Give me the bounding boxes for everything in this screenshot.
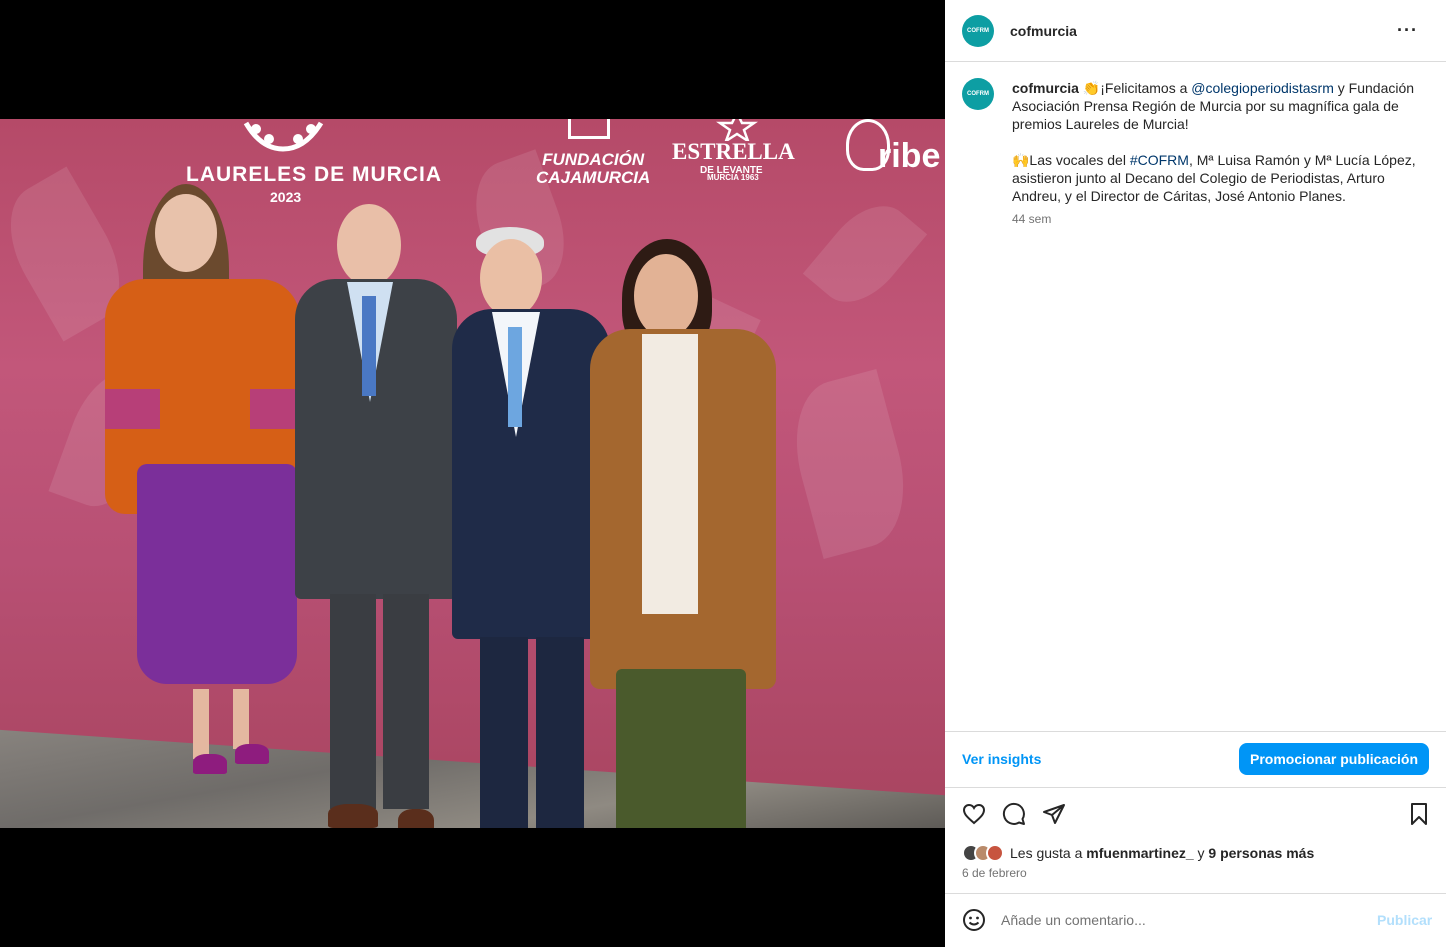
liker-avatar <box>986 844 1004 862</box>
mention-link[interactable]: @colegioperiodistasrm <box>1191 80 1334 96</box>
person-woman-orange-blouse <box>105 184 305 828</box>
caption-avatar[interactable]: COFRM <box>962 78 994 110</box>
caption-text-2a: 🙌Las vocales del <box>1012 152 1130 168</box>
post-photo[interactable]: LAURELES DE MURCIA 2023 FUNDACIÓN CAJAMU… <box>0 119 945 828</box>
likes-prefix: Les gusta a <box>1010 845 1087 861</box>
comment-icon[interactable] <box>1002 802 1026 826</box>
avatar-text: COFRM <box>967 91 989 97</box>
ribe-logo: ribe <box>878 137 941 175</box>
actions-top-divider <box>945 731 1446 732</box>
person-woman-velvet-jacket <box>590 239 780 828</box>
share-icon[interactable] <box>1042 802 1066 826</box>
fundacion-line1: FUNDACIÓN <box>542 150 645 169</box>
emoji-icon[interactable] <box>962 908 986 932</box>
post-media: LAURELES DE MURCIA 2023 FUNDACIÓN CAJAMU… <box>0 0 945 947</box>
comment-divider <box>945 893 1446 894</box>
comment-input[interactable] <box>1001 908 1361 932</box>
avatar-text: COFRM <box>967 28 989 34</box>
header-divider <box>945 61 1446 62</box>
caption-time-ago[interactable]: 44 sem <box>1012 212 1051 226</box>
post-details-panel: COFRM cofmurcia ··· COFRM cofmurcia 👏¡Fe… <box>945 0 1446 947</box>
view-insights-link[interactable]: Ver insights <box>962 751 1041 767</box>
person-man-navy-suit <box>452 227 612 828</box>
actions-divider <box>945 787 1446 788</box>
bookmark-icon[interactable] <box>1407 802 1431 826</box>
backdrop-leaf <box>779 368 921 560</box>
fundacion-line2: CAJAMURCIA <box>536 168 651 187</box>
post-caption: cofmurcia 👏¡Felicitamos a @colegioperiod… <box>1012 79 1427 205</box>
promote-post-button[interactable]: Promocionar publicación <box>1239 743 1429 775</box>
cm-logo <box>568 119 610 139</box>
laurel-wreath-logo <box>243 121 324 152</box>
star-logo <box>716 119 758 141</box>
liker-username[interactable]: mfuenmartinez_ <box>1086 845 1193 861</box>
caption-username[interactable]: cofmurcia <box>1012 80 1079 96</box>
estrella-logo: ESTRELLA <box>672 139 795 164</box>
person-man-grey-suit <box>295 204 460 828</box>
caption-text-1a: 👏¡Felicitamos a <box>1078 80 1192 96</box>
header-username[interactable]: cofmurcia <box>1010 23 1077 39</box>
backdrop-leaf <box>802 189 928 319</box>
profile-avatar[interactable]: COFRM <box>962 15 994 47</box>
estrella-city: MURCIA 1963 <box>707 173 759 182</box>
more-options-icon[interactable]: ··· <box>1397 20 1418 41</box>
likes-others[interactable]: 9 personas más <box>1208 845 1314 861</box>
likes-middle: y <box>1193 845 1209 861</box>
publish-button[interactable]: Publicar <box>1377 912 1432 928</box>
likes-summary[interactable]: Les gusta a mfuenmartinez_ y 9 personas … <box>962 843 1314 863</box>
heart-icon[interactable] <box>962 802 986 826</box>
fundacion-cajamurcia-logo: FUNDACIÓN CAJAMURCIA <box>536 151 650 187</box>
likes-text: Les gusta a mfuenmartinez_ y 9 personas … <box>1010 845 1314 861</box>
hashtag-link[interactable]: #COFRM <box>1130 152 1189 168</box>
post-date[interactable]: 6 de febrero <box>962 866 1027 880</box>
